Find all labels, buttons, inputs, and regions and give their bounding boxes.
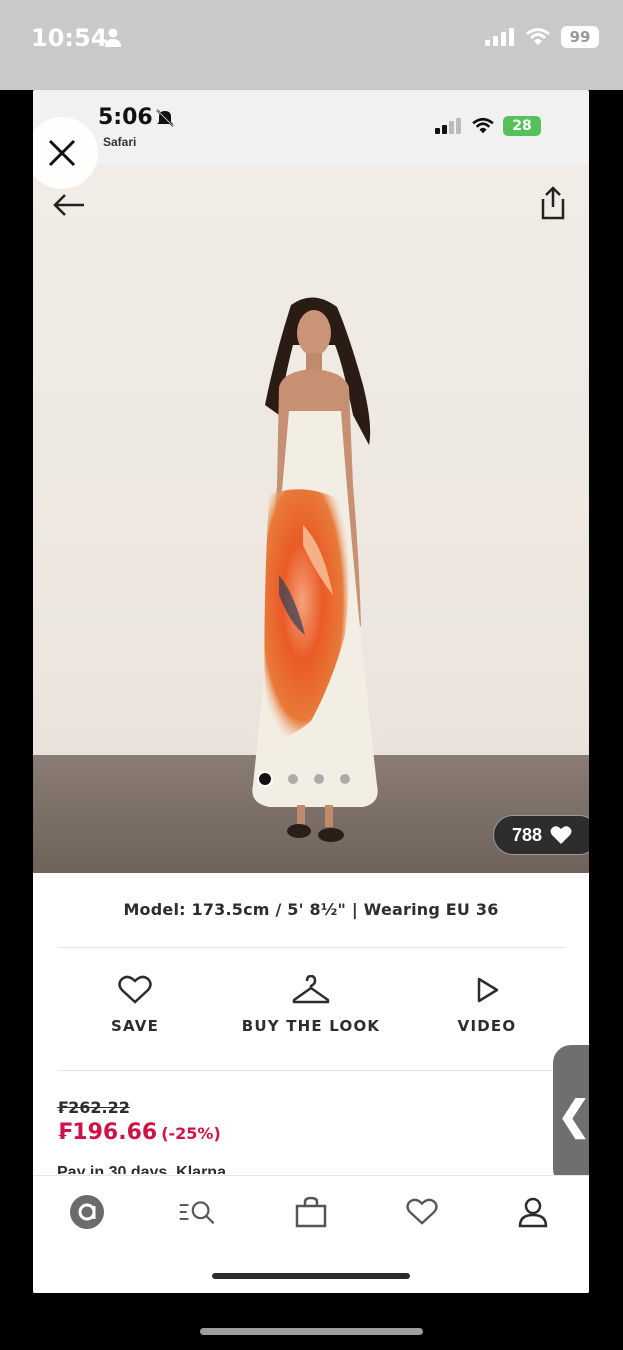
divider	[58, 1070, 564, 1071]
battery-indicator: 28	[503, 116, 541, 136]
chevron-left-icon: ❮	[557, 1094, 589, 1138]
device-time: 10:54	[31, 24, 108, 52]
search-icon	[179, 1201, 215, 1225]
model-info: Model: 173.5cm / 5' 8½" | Wearing EU 36	[123, 900, 499, 919]
sale-price-value: ₣196.66	[57, 1120, 158, 1145]
account-icon	[518, 1197, 548, 1228]
cellular-signal-icon	[435, 118, 461, 134]
heart-outline-icon	[118, 975, 152, 1004]
original-price: ₣262.22	[57, 1098, 130, 1117]
cellular-signal-icon	[485, 28, 514, 46]
pager-dot[interactable]	[313, 773, 325, 785]
wifi-icon	[526, 28, 550, 45]
wifi-icon	[472, 117, 494, 134]
side-drawer-tab[interactable]: ❮	[553, 1045, 589, 1187]
buy-the-look-label: BUY THE LOOK	[241, 1017, 381, 1035]
battery-indicator: 99	[561, 26, 599, 48]
save-button[interactable]: SAVE	[45, 975, 225, 1035]
close-icon	[48, 139, 76, 167]
klarna-info[interactable]: Pay in 30 days, Klarna	[57, 1164, 226, 1174]
pager-dot[interactable]	[287, 773, 299, 785]
nav-bag[interactable]	[291, 1192, 331, 1232]
likes-count: 788	[511, 824, 542, 845]
inner-status-bar: 5:06 Safari 28	[33, 90, 589, 165]
bell-muted-icon	[156, 109, 174, 127]
sale-price: ₣196.66 (-25%)	[57, 1120, 221, 1145]
product-actions: SAVE BUY THE LOOK VIDEO	[33, 975, 589, 1065]
pager-dot[interactable]	[339, 773, 351, 785]
pager-dot[interactable]	[257, 771, 273, 787]
back-arrow-icon[interactable]	[51, 190, 87, 220]
buy-the-look-button[interactable]: BUY THE LOOK	[221, 975, 401, 1035]
home-icon	[70, 1195, 104, 1229]
person-icon	[105, 28, 121, 47]
nav-home[interactable]	[67, 1192, 107, 1232]
home-indicator	[212, 1273, 410, 1279]
bag-icon	[295, 1196, 327, 1228]
video-label: VIDEO	[457, 1017, 517, 1035]
image-pager[interactable]	[257, 771, 351, 787]
video-button[interactable]: VIDEO	[397, 975, 577, 1035]
play-icon	[477, 977, 499, 1003]
discount-percent: (-25%)	[161, 1124, 221, 1143]
nav-account[interactable]	[513, 1192, 553, 1232]
app-screenshot: 5:06 Safari 28 788 Model: 173.5cm / 5' 8…	[33, 90, 589, 1293]
inner-time: 5:06	[98, 105, 153, 130]
product-image[interactable]: 788	[33, 165, 589, 873]
nav-saved[interactable]	[402, 1192, 442, 1232]
nav-search[interactable]	[178, 1192, 218, 1232]
back-to-app-label[interactable]: Safari	[103, 135, 136, 149]
heart-filled-icon	[550, 826, 572, 844]
hanger-icon	[292, 975, 330, 1004]
save-label: SAVE	[110, 1017, 160, 1035]
likes-badge[interactable]: 788	[492, 815, 589, 855]
share-icon[interactable]	[537, 185, 569, 221]
device-home-indicator	[200, 1328, 423, 1335]
divider	[58, 947, 564, 948]
device-status-bar: 10:54 99	[0, 0, 623, 90]
heart-outline-icon	[406, 1198, 438, 1225]
